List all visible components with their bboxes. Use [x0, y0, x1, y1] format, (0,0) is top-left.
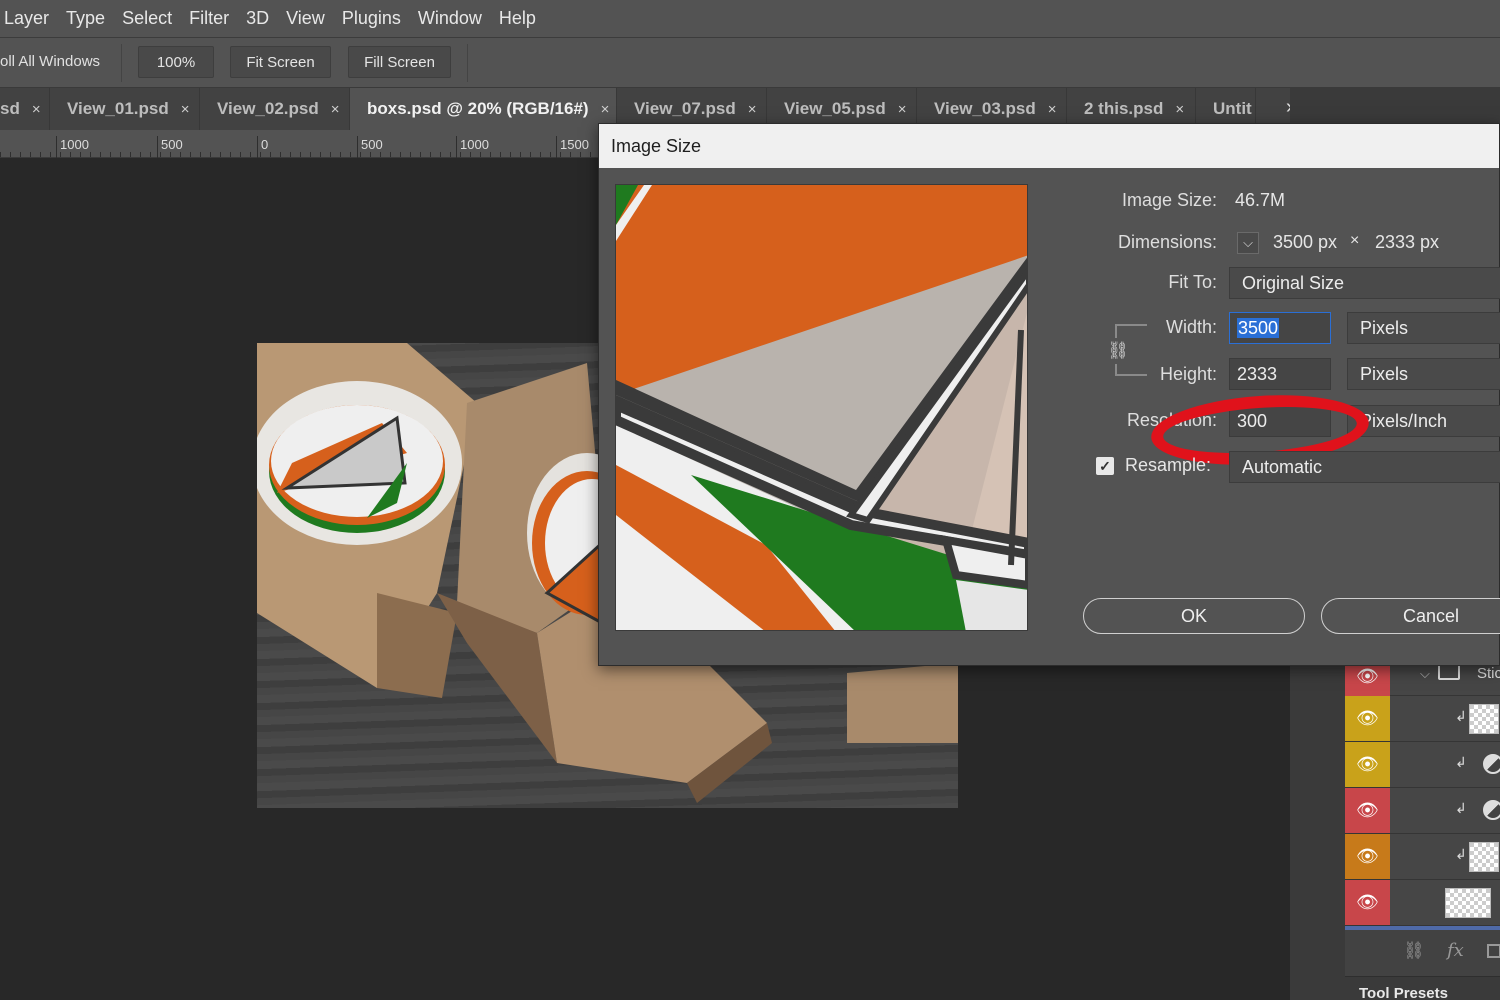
- image-preview[interactable]: [615, 184, 1028, 631]
- menu-view[interactable]: View: [286, 8, 325, 29]
- tab-document[interactable]: sd ×: [0, 88, 50, 130]
- ruler-label: 500: [361, 137, 383, 152]
- clipping-icon: ↲: [1455, 800, 1467, 816]
- eye-icon[interactable]: 👁: [1345, 880, 1390, 925]
- layer-thumbnail: [1445, 888, 1491, 918]
- resample-label: Resample:: [1125, 455, 1212, 475]
- close-icon[interactable]: ×: [331, 101, 340, 118]
- divider: [121, 44, 122, 82]
- height-label: Height:: [1159, 364, 1217, 384]
- close-icon[interactable]: ×: [32, 101, 41, 118]
- tool-presets-tab[interactable]: Tool Presets: [1345, 976, 1500, 1000]
- options-bar: oll All Windows 100% Fit Screen Fill Scr…: [0, 38, 1500, 88]
- cancel-button[interactable]: Cancel: [1321, 598, 1500, 634]
- close-icon[interactable]: ×: [898, 101, 907, 118]
- adjustment-layer-icon: [1483, 754, 1500, 774]
- ok-button[interactable]: OK: [1083, 598, 1305, 634]
- menu-filter[interactable]: Filter: [189, 8, 229, 29]
- scroll-all-windows-checkbox-label[interactable]: oll All Windows: [0, 53, 100, 70]
- multiply-icon: ×: [1350, 232, 1360, 249]
- ruler-label: 0: [261, 137, 269, 152]
- ruler-tick: [157, 136, 158, 158]
- ruler-label: 1000: [460, 137, 489, 152]
- eye-icon[interactable]: 👁: [1345, 834, 1390, 879]
- height-unit-dropdown[interactable]: Pixels: [1347, 358, 1500, 390]
- fit-to-label: Fit To:: [1168, 272, 1217, 292]
- tab-document[interactable]: View_02.psd ×: [200, 88, 350, 130]
- close-icon[interactable]: ×: [748, 101, 757, 118]
- resolution-unit-dropdown[interactable]: Pixels/Inch: [1347, 405, 1500, 437]
- eye-icon[interactable]: 👁: [1345, 742, 1390, 787]
- close-icon[interactable]: ×: [1048, 101, 1057, 118]
- tab-document[interactable]: View_01.psd ×: [50, 88, 200, 130]
- ruler-label: 1000: [60, 137, 89, 152]
- layer-row[interactable]: 👁 ↲: [1345, 742, 1500, 788]
- zoom-100-button[interactable]: 100%: [138, 46, 214, 78]
- menu-select[interactable]: Select: [122, 8, 172, 29]
- close-icon[interactable]: ×: [181, 101, 190, 118]
- ruler-tick: [56, 136, 57, 158]
- menu-window[interactable]: Window: [418, 8, 482, 29]
- adjustment-layer-icon: [1483, 800, 1500, 820]
- chevron-down-icon[interactable]: ⌵: [1237, 232, 1259, 254]
- image-size-label: Image Size:: [1121, 190, 1217, 210]
- height-input[interactable]: 2333: [1229, 358, 1331, 390]
- fit-to-dropdown[interactable]: Original Size: [1229, 267, 1500, 299]
- ruler-tick: [257, 136, 258, 158]
- menu-help[interactable]: Help: [499, 8, 536, 29]
- dimensions-height: 2333 px: [1375, 232, 1440, 252]
- layer-thumbnail: [1469, 842, 1499, 872]
- layer-row[interactable]: 👁 ↲: [1345, 834, 1500, 880]
- width-label: Width:: [1165, 317, 1217, 337]
- menu-plugins[interactable]: Plugins: [342, 8, 401, 29]
- fill-screen-button[interactable]: Fill Screen: [348, 46, 451, 78]
- layer-row[interactable]: 👁: [1345, 880, 1500, 926]
- layers-footer: ⛓ fx: [1345, 932, 1500, 972]
- preview-image: [616, 185, 1027, 630]
- tab-document-active[interactable]: boxs.psd @ 20% (RGB/16#) ×: [350, 88, 617, 130]
- menu-3d[interactable]: 3D: [246, 8, 269, 29]
- clipping-icon: ↲: [1455, 754, 1467, 770]
- fit-screen-button[interactable]: Fit Screen: [230, 46, 331, 78]
- layer-selection-indicator: [1345, 926, 1500, 930]
- menu-bar: Layer Type Select Filter 3D View Plugins…: [0, 0, 1500, 38]
- layer-thumbnail: [1469, 704, 1499, 734]
- mask-icon[interactable]: [1487, 944, 1500, 958]
- image-size-dialog: Image Size Image Size: 46.7M Dimensions:…: [598, 123, 1500, 666]
- dialog-title: Image Size: [599, 124, 1499, 168]
- width-input[interactable]: 3500: [1229, 312, 1331, 344]
- clipping-icon: ↲: [1455, 708, 1467, 724]
- menu-layer[interactable]: Layer: [4, 8, 49, 29]
- fx-icon[interactable]: fx: [1447, 940, 1464, 961]
- horizontal-ruler: [0, 130, 600, 158]
- image-size-value: 46.7M: [1235, 190, 1286, 210]
- dimensions-label: Dimensions:: [1117, 232, 1217, 252]
- ruler-label: 1500: [560, 137, 589, 152]
- ruler-tick: [456, 136, 457, 158]
- folder-icon: [1438, 664, 1460, 680]
- chevron-down-icon[interactable]: ⌵: [1420, 666, 1430, 682]
- eye-icon[interactable]: 👁: [1345, 696, 1390, 741]
- layer-row[interactable]: 👁 ↲: [1345, 696, 1500, 742]
- menu-type[interactable]: Type: [66, 8, 105, 29]
- ruler-label: 500: [161, 137, 183, 152]
- layer-row[interactable]: 👁 ↲: [1345, 788, 1500, 834]
- resample-checkbox[interactable]: ✓: [1096, 457, 1114, 475]
- close-icon[interactable]: ×: [601, 101, 610, 118]
- eye-icon[interactable]: 👁: [1345, 788, 1390, 833]
- dimensions-width: 3500 px: [1273, 232, 1338, 252]
- clipping-icon: ↲: [1455, 846, 1467, 862]
- divider: [467, 44, 468, 82]
- layer-name: Stic: [1477, 665, 1500, 682]
- width-unit-dropdown[interactable]: Pixels: [1347, 312, 1500, 344]
- ruler-tick: [556, 136, 557, 158]
- close-icon[interactable]: ×: [1175, 101, 1184, 118]
- ruler-tick: [357, 136, 358, 158]
- link-chain-icon[interactable]: ⛓: [1107, 338, 1129, 364]
- link-layers-icon[interactable]: ⛓: [1403, 941, 1425, 961]
- resample-dropdown[interactable]: Automatic: [1229, 451, 1500, 483]
